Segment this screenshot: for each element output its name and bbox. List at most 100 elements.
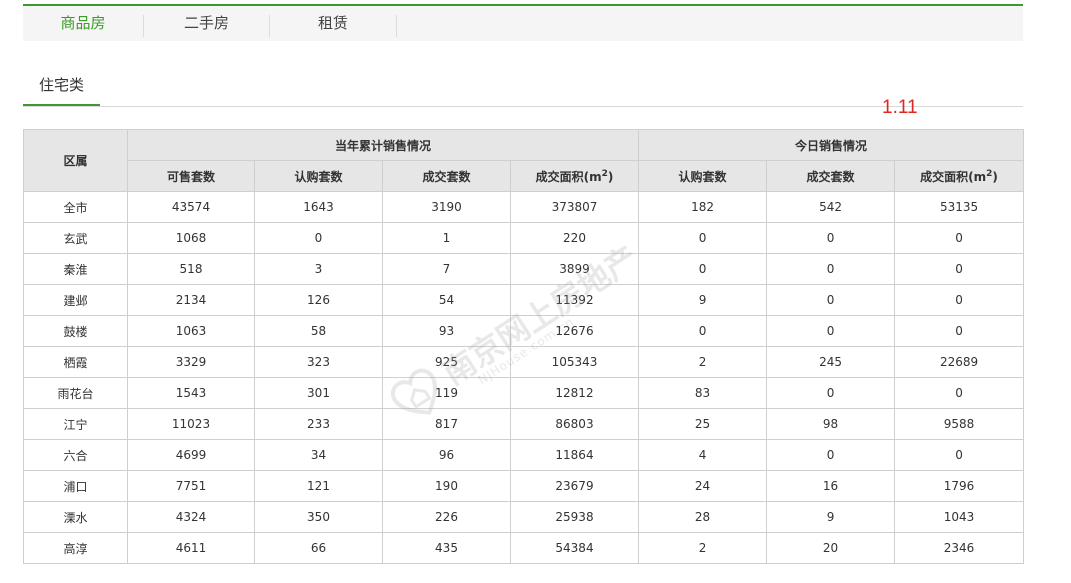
table-cell: 24 [638, 470, 768, 502]
table-cell: 54384 [509, 532, 640, 564]
table-cell: 350 [254, 501, 383, 533]
table-cell: 0 [766, 439, 896, 471]
table-cell: 3190 [382, 191, 511, 223]
table-cell: 245 [766, 346, 896, 378]
table-row: 高淳 4611 66 435 54384 2 20 2346 [23, 532, 1025, 564]
col-today-subscribed-units: 认购套数 [638, 160, 768, 192]
col-sold-area: 成交面积(m2) [509, 160, 640, 192]
table-cell: 11023 [127, 408, 255, 440]
header-region: 区属 [23, 129, 128, 192]
table-cell: 1543 [127, 377, 255, 409]
tab-divider [396, 15, 397, 37]
cell-region: 栖霞 [23, 346, 128, 378]
table-cell: 12676 [509, 315, 640, 347]
tab-rental[interactable]: 租赁 [270, 6, 396, 41]
tab-second-hand[interactable]: 二手房 [144, 6, 269, 41]
table-row: 玄武 1068 0 1 220 0 0 0 [23, 222, 1025, 254]
table-cell: 4611 [127, 532, 255, 564]
table-cell: 126 [254, 284, 383, 316]
table-cell: 58 [254, 315, 383, 347]
table-cell: 4699 [127, 439, 255, 471]
table-body: 全市 43574 1643 3190 373807 182 542 53135 玄武 1068 0 1… [23, 191, 1025, 564]
table-cell: 925 [382, 346, 511, 378]
table-cell: 20 [766, 532, 896, 564]
table-cell: 0 [894, 284, 1025, 316]
table-cell: 96 [382, 439, 511, 471]
table-cell: 93 [382, 315, 511, 347]
table-cell: 0 [894, 315, 1025, 347]
table-row: 雨花台 1543 301 119 12812 83 0 0 [23, 377, 1025, 409]
table-cell: 2 [638, 346, 768, 378]
table-cell: 105343 [509, 346, 640, 378]
table-row: 溧水 4324 350 226 25938 28 9 1043 [23, 501, 1025, 533]
table-cell: 83 [638, 377, 768, 409]
table-cell: 1043 [894, 501, 1025, 533]
table-cell: 66 [254, 532, 383, 564]
table-cell: 1068 [127, 222, 255, 254]
col-sold-units: 成交套数 [382, 160, 511, 192]
table-cell: 4324 [127, 501, 255, 533]
table-cell: 2134 [127, 284, 255, 316]
table-cell: 4 [638, 439, 768, 471]
table-cell: 9 [766, 501, 896, 533]
cell-region: 高淳 [23, 532, 128, 564]
table-cell: 2 [638, 532, 768, 564]
table-cell: 11392 [509, 284, 640, 316]
table-cell: 0 [638, 222, 768, 254]
table-cell: 28 [638, 501, 768, 533]
table-cell: 323 [254, 346, 383, 378]
table-cell: 817 [382, 408, 511, 440]
cell-region: 浦口 [23, 470, 128, 502]
table-cell: 0 [766, 222, 896, 254]
table-cell: 86803 [509, 408, 640, 440]
table-cell: 9588 [894, 408, 1025, 440]
table-row: 全市 43574 1643 3190 373807 182 542 53135 [23, 191, 1025, 223]
cell-region: 秦淮 [23, 253, 128, 285]
table-cell: 1643 [254, 191, 383, 223]
table-cell: 3899 [509, 253, 640, 285]
table-row: 浦口 7751 121 190 23679 24 16 1796 [23, 470, 1025, 502]
table-cell: 121 [254, 470, 383, 502]
header-year-total: 当年累计销售情况 [126, 129, 640, 161]
subtab-bar: 住宅类 [23, 66, 1023, 107]
table-cell: 0 [894, 439, 1025, 471]
table-cell: 182 [638, 191, 768, 223]
table-cell: 119 [382, 377, 511, 409]
col-subscribed-units: 认购套数 [254, 160, 383, 192]
table-cell: 0 [894, 377, 1025, 409]
table-row: 六合 4699 34 96 11864 4 0 0 [23, 439, 1025, 471]
table-cell: 0 [638, 315, 768, 347]
cell-region: 全市 [23, 191, 128, 223]
table-cell: 190 [382, 470, 511, 502]
table-cell: 2346 [894, 532, 1025, 564]
table-cell: 34 [254, 439, 383, 471]
table-cell: 0 [766, 253, 896, 285]
cell-region: 玄武 [23, 222, 128, 254]
top-tab-bar: 商品房 二手房 租赁 [23, 4, 1023, 41]
table-row: 鼓楼 1063 58 93 12676 0 0 0 [23, 315, 1025, 347]
cell-region: 雨花台 [23, 377, 128, 409]
table-cell: 0 [766, 315, 896, 347]
table-row: 江宁 11023 233 817 86803 25 98 9588 [23, 408, 1025, 440]
table-cell: 7751 [127, 470, 255, 502]
cell-region: 六合 [23, 439, 128, 471]
table-cell: 25 [638, 408, 768, 440]
table-cell: 3 [254, 253, 383, 285]
table-cell: 22689 [894, 346, 1025, 378]
table-cell: 53135 [894, 191, 1025, 223]
table-cell: 1 [382, 222, 511, 254]
table-cell: 220 [509, 222, 640, 254]
table-row: 栖霞 3329 323 925 105343 2 245 22689 [23, 346, 1025, 378]
cell-region: 江宁 [23, 408, 128, 440]
tab-new-house[interactable]: 商品房 [23, 6, 143, 41]
table-cell: 98 [766, 408, 896, 440]
table-cell: 435 [382, 532, 511, 564]
col-available-units: 可售套数 [127, 160, 255, 192]
cell-region: 鼓楼 [23, 315, 128, 347]
table-cell: 3329 [127, 346, 255, 378]
subtab-residential[interactable]: 住宅类 [23, 66, 100, 106]
table-cell: 7 [382, 253, 511, 285]
table-cell: 0 [254, 222, 383, 254]
table-cell: 0 [766, 284, 896, 316]
table-cell: 0 [894, 253, 1025, 285]
